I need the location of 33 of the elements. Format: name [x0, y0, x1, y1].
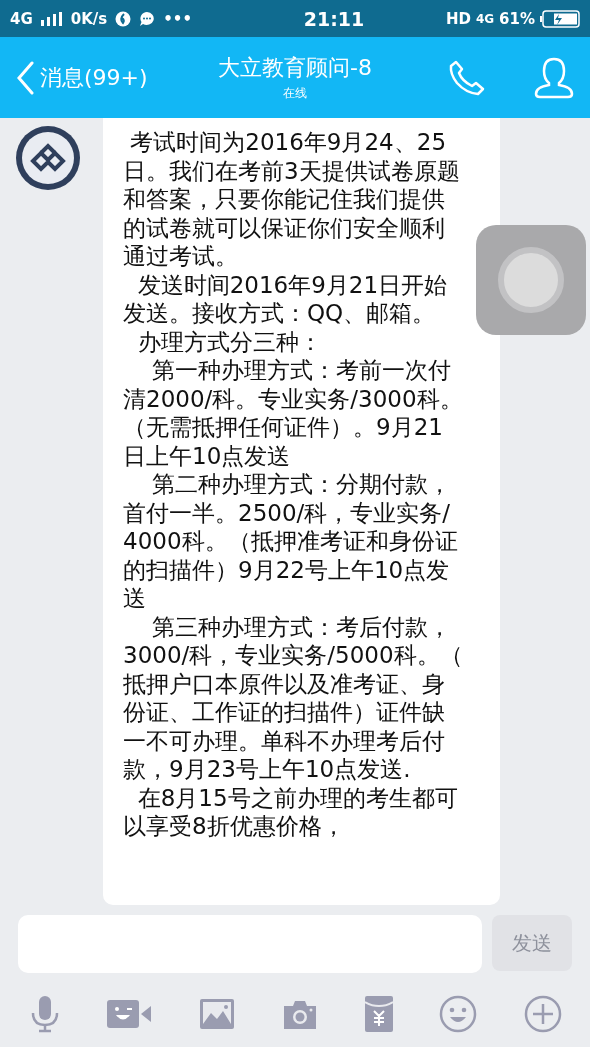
battery-icon — [540, 9, 580, 28]
back-button[interactable]: 消息(99+) — [16, 60, 186, 95]
online-status: 在线 — [283, 85, 307, 102]
speed-label: 0K/s — [70, 9, 108, 28]
image-icon[interactable] — [199, 998, 236, 1030]
smiley-icon[interactable] — [439, 995, 478, 1033]
more-label: ••• — [163, 9, 192, 28]
message-paragraph: 第二种办理方式：分期付款，首付一半。2500/科，专业实务/4000科。（抵押准考证和身份证的扫描件）9月22号上午10点发送 — [123, 470, 459, 613]
message-paragraph: 在8月15号之前办理的考生都可以享受8折优惠价格， — [123, 783, 459, 841]
chat-icon — [139, 10, 156, 27]
phone-icon[interactable] — [448, 58, 486, 97]
microphone-icon[interactable] — [30, 995, 60, 1033]
network-label: 4G — [10, 9, 33, 28]
envelope-icon[interactable] — [364, 996, 393, 1032]
hd-label: HD — [445, 9, 471, 28]
app-icon — [115, 10, 132, 27]
message-paragraph: 第一种办理方式：考前一次付清2000/科。专业实务/3000科。（无需抵押任何证件）。9月21日上午10点发送 — [123, 356, 463, 470]
video-icon[interactable] — [106, 998, 153, 1030]
message-paragraph: 发送时间2016年9月21日开始发送。接收方式：QQ、邮箱。 — [123, 270, 449, 328]
message-paragraph: 考试时间为2016年9月24、25日。我们在考前3天提供试卷原题和答案，只要你能记住我们提供的试卷就可以保证你们安全顺利通过考试。 — [123, 128, 461, 271]
floating-button[interactable] — [476, 225, 586, 335]
profile-icon[interactable] — [534, 56, 574, 99]
clock: 21:11 — [303, 7, 365, 30]
battery-label: 61% — [499, 9, 535, 28]
message-paragraph: 办理方式分三种： — [136, 327, 323, 356]
signal-icon — [40, 11, 63, 26]
network-label: 4G — [475, 11, 495, 26]
camera-icon[interactable] — [281, 998, 318, 1030]
message-paragraph: 第三种办理方式：考后付款，3000/科，专业实务/5000科。（抵押户口本原件以及准考证、身份证、工作证的扫描件）证件缺一不可办理。单科不办理考后付款，9月23号上午10点发送. — [123, 612, 463, 784]
plus-icon[interactable] — [523, 995, 562, 1033]
contact-name: 大立教育顾问-8 — [218, 54, 372, 82]
back-icon — [16, 60, 34, 95]
avatar[interactable] — [15, 125, 81, 191]
